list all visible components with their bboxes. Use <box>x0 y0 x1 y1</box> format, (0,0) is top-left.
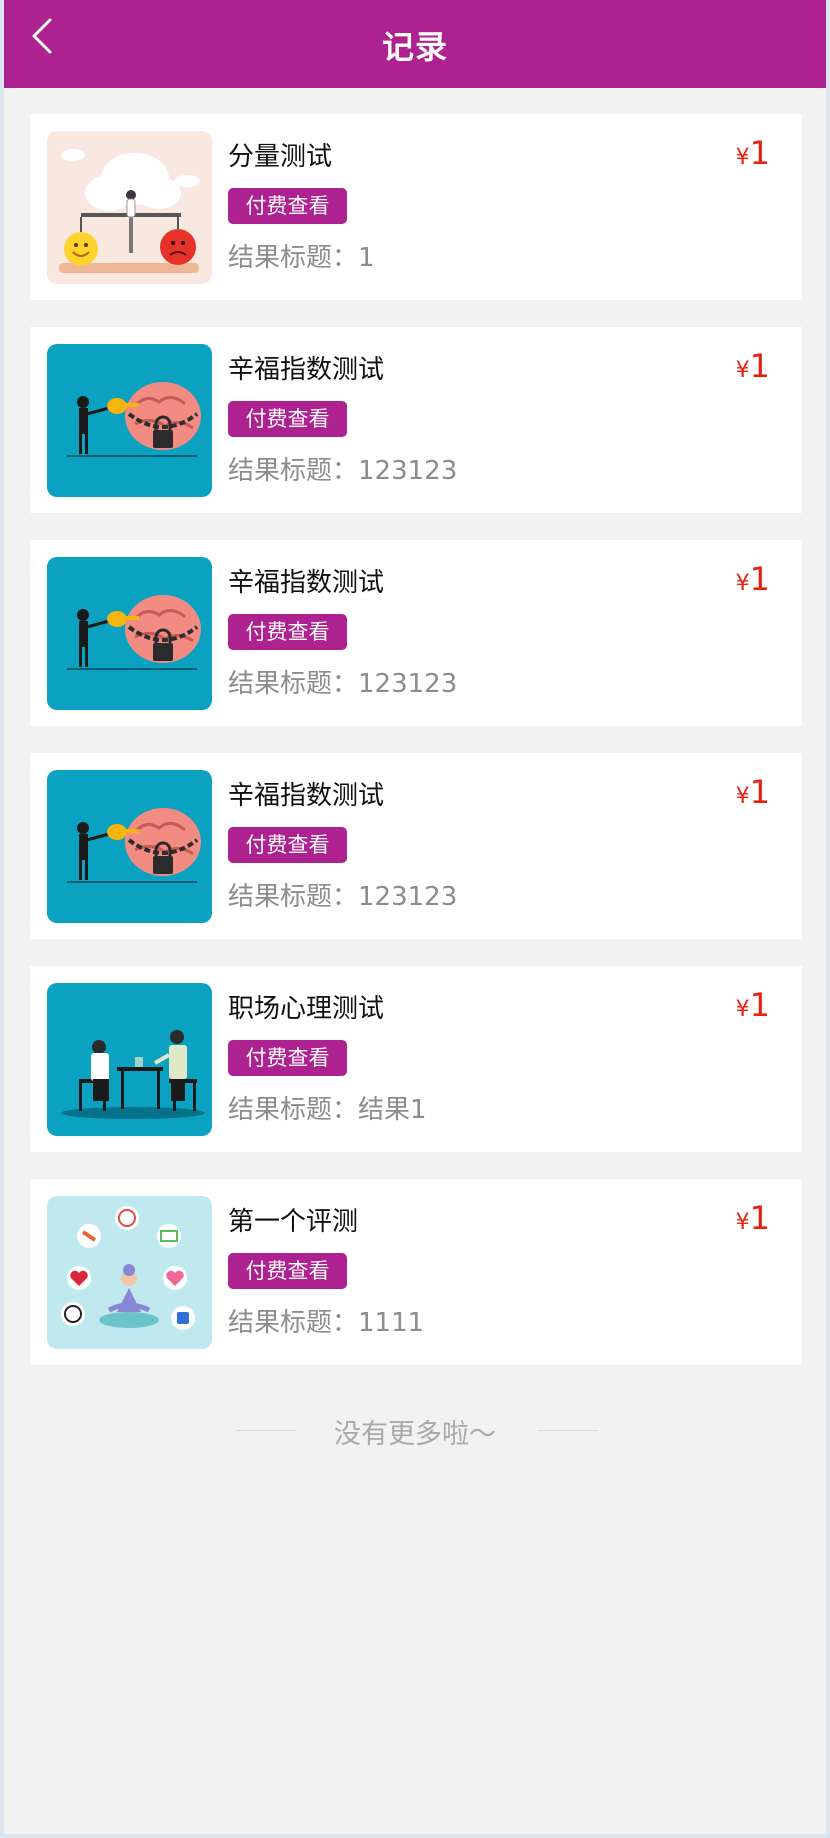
record-card[interactable]: 第一个评测 ¥1 付费查看 结果标题：1111 <box>30 1179 802 1365</box>
record-price: ¥1 <box>736 986 770 1024</box>
result-title: 结果标题：123123 <box>228 456 458 486</box>
pay-to-view-button[interactable]: 付费查看 <box>228 1040 347 1076</box>
pay-to-view-button[interactable]: 付费查看 <box>228 1253 347 1289</box>
divider <box>538 1430 598 1431</box>
result-title: 结果标题：结果1 <box>228 1095 427 1125</box>
record-price: ¥1 <box>736 560 770 598</box>
no-more-text: 没有更多啦～ <box>334 1419 496 1450</box>
result-title: 结果标题：123123 <box>228 669 458 699</box>
app-screen: 记录 分量测试 ¥1 付费查看 结果标题：1 辛福指数测试 ¥1 付费查看 结果… <box>4 0 826 1834</box>
wellness-thumbnail <box>47 1196 212 1349</box>
currency-symbol: ¥ <box>735 571 750 596</box>
record-title: 辛福指数测试 <box>228 355 385 385</box>
price-value: 1 <box>749 986 770 1024</box>
record-title: 职场心理测试 <box>228 994 385 1024</box>
record-card[interactable]: 职场心理测试 ¥1 付费查看 结果标题：结果1 <box>30 966 802 1152</box>
end-of-list-indicator: 没有更多啦～ <box>4 1410 826 1450</box>
record-card[interactable]: 分量测试 ¥1 付费查看 结果标题：1 <box>30 114 802 300</box>
result-title: 结果标题：1 <box>228 243 375 273</box>
brain-lock-thumbnail <box>47 770 212 923</box>
brain-lock-thumbnail <box>47 344 212 497</box>
record-price: ¥1 <box>736 1199 770 1237</box>
top-nav-bar: 记录 <box>4 0 826 88</box>
currency-symbol: ¥ <box>735 1210 750 1235</box>
record-title: 辛福指数测试 <box>228 568 385 598</box>
balance-thumbnail <box>47 131 212 284</box>
pay-to-view-button[interactable]: 付费查看 <box>228 188 347 224</box>
price-value: 1 <box>749 134 770 172</box>
record-card[interactable]: 辛福指数测试 ¥1 付费查看 结果标题：123123 <box>30 753 802 939</box>
record-price: ¥1 <box>736 773 770 811</box>
pay-to-view-button[interactable]: 付费查看 <box>228 614 347 650</box>
record-card[interactable]: 辛福指数测试 ¥1 付费查看 结果标题：123123 <box>30 540 802 726</box>
result-title: 结果标题：1111 <box>228 1308 425 1338</box>
record-price: ¥1 <box>736 134 770 172</box>
record-title: 第一个评测 <box>228 1207 359 1237</box>
office-meeting-thumbnail <box>47 983 212 1136</box>
currency-symbol: ¥ <box>735 997 750 1022</box>
price-value: 1 <box>749 773 770 811</box>
record-list: 分量测试 ¥1 付费查看 结果标题：1 辛福指数测试 ¥1 付费查看 结果标题：… <box>30 114 802 1392</box>
price-value: 1 <box>749 347 770 385</box>
currency-symbol: ¥ <box>735 145 750 170</box>
brain-lock-thumbnail <box>47 557 212 710</box>
pay-to-view-button[interactable]: 付费查看 <box>228 401 347 437</box>
result-title: 结果标题：123123 <box>228 882 458 912</box>
pay-to-view-button[interactable]: 付费查看 <box>228 827 347 863</box>
currency-symbol: ¥ <box>735 784 750 809</box>
record-card[interactable]: 辛福指数测试 ¥1 付费查看 结果标题：123123 <box>30 327 802 513</box>
price-value: 1 <box>749 1199 770 1237</box>
price-value: 1 <box>749 560 770 598</box>
record-price: ¥1 <box>736 347 770 385</box>
page-title: 记录 <box>381 28 448 66</box>
record-title: 辛福指数测试 <box>228 781 385 811</box>
record-title: 分量测试 <box>228 142 333 172</box>
currency-symbol: ¥ <box>735 358 750 383</box>
